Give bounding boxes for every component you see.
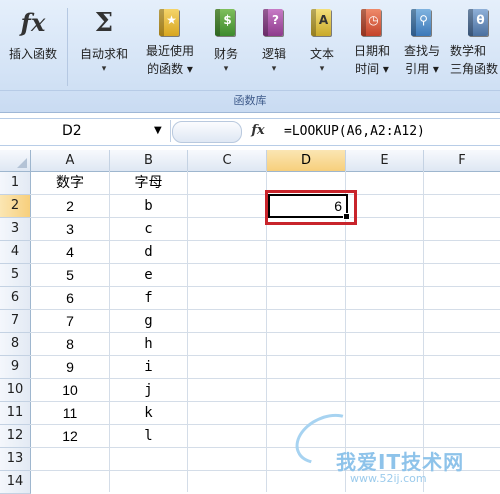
cell-a3[interactable]: 3 xyxy=(31,218,109,240)
column-header-d[interactable]: D xyxy=(267,150,346,171)
row-header-8[interactable]: 8 xyxy=(0,333,31,356)
sigma-icon: Σ xyxy=(94,8,114,38)
cell-a11[interactable]: 11 xyxy=(31,402,109,424)
text-label: 文本 xyxy=(309,47,334,61)
dropdown-arrow-icon: ▾ xyxy=(271,64,277,74)
date-time-label-1: 日期和 xyxy=(353,44,390,58)
cell-a1[interactable]: 数字 xyxy=(31,172,109,194)
formula-input[interactable]: =LOOKUP(A6,A2:A12) xyxy=(284,119,425,145)
column-header-row: A B C D E F xyxy=(0,150,500,172)
cell-a12[interactable]: 12 xyxy=(31,425,109,447)
recent-functions-book-icon: ★ xyxy=(155,8,185,38)
cell-b10[interactable]: j xyxy=(110,379,187,401)
lookup-reference-button[interactable]: ⚲ 查找与 引用 ▾ xyxy=(398,4,446,88)
cell-a9[interactable]: 9 xyxy=(31,356,109,378)
text-button[interactable]: A 文本 ▾ xyxy=(302,4,342,88)
cell-a5[interactable]: 5 xyxy=(31,264,109,286)
name-box-dropdown-icon[interactable]: ▼ xyxy=(154,120,162,142)
dropdown-arrow-icon: ▾ xyxy=(319,64,325,74)
row-header-6[interactable]: 6 xyxy=(0,287,31,310)
column-header-b[interactable]: B xyxy=(110,150,188,171)
column-header-e[interactable]: E xyxy=(346,150,424,171)
math-trig-label-2: 三角函数 xyxy=(450,62,499,76)
math-trig-button[interactable]: θ 数学和 三角函数 xyxy=(450,4,500,88)
ribbon: fx 插入函数 Σ 自动求和 ▾ ★ 最近使用 的函数 ▾ $ 财务 ▾ ? 逻… xyxy=(0,0,500,113)
watermark-text: 我爱IT技术网 xyxy=(336,450,465,474)
name-box[interactable]: D2 ▼ xyxy=(0,120,171,142)
recently-used-label-2: 的函数 ▾ xyxy=(147,62,193,76)
math-trig-label-1: 数学和 xyxy=(450,44,487,58)
column-header-a[interactable]: A xyxy=(31,150,110,171)
row-header-2[interactable]: 2 xyxy=(0,195,31,218)
watermark: 我爱IT技术网 www.52ij.com xyxy=(287,404,500,492)
cell-b7[interactable]: g xyxy=(110,310,187,332)
row-header-10[interactable]: 10 xyxy=(0,379,31,402)
cell-a6[interactable]: 6 xyxy=(31,287,109,309)
cell-b3[interactable]: c xyxy=(110,218,187,240)
autosum-button[interactable]: Σ 自动求和 ▾ xyxy=(72,4,136,88)
recently-used-button[interactable]: ★ 最近使用 的函数 ▾ xyxy=(137,4,203,88)
select-all-corner[interactable] xyxy=(0,150,31,171)
cell-b11[interactable]: k xyxy=(110,402,187,424)
column-header-f[interactable]: F xyxy=(424,150,500,171)
cell-b1[interactable]: 字母 xyxy=(110,172,187,194)
theta-book-icon: θ xyxy=(464,8,494,38)
row-header-12[interactable]: 12 xyxy=(0,425,31,448)
magnifier-book-icon: ⚲ xyxy=(407,8,437,38)
row-header-14[interactable]: 14 xyxy=(0,471,31,494)
cell-b5[interactable]: e xyxy=(110,264,187,286)
name-box-value: D2 xyxy=(62,123,82,139)
red-highlight-box xyxy=(265,190,357,225)
formula-bar: D2 ▼ fx =LOOKUP(A6,A2:A12) xyxy=(0,118,500,146)
logical-book-icon: ? xyxy=(259,8,289,38)
watermark-url: www.52ij.com xyxy=(350,472,427,485)
column-header-c[interactable]: C xyxy=(188,150,267,171)
cell-a8[interactable]: 8 xyxy=(31,333,109,355)
cell-b6[interactable]: f xyxy=(110,287,187,309)
insert-function-button[interactable]: fx 插入函数 xyxy=(0,4,66,88)
date-time-button[interactable]: ◷ 日期和 时间 ▾ xyxy=(348,4,396,88)
clock-book-icon: ◷ xyxy=(357,8,387,38)
cell-b2[interactable]: b xyxy=(110,195,187,217)
financial-book-icon: $ xyxy=(211,8,241,38)
row-header-5[interactable]: 5 xyxy=(0,264,31,287)
lookup-label-1: 查找与 xyxy=(403,44,440,58)
date-time-label-2: 时间 ▾ xyxy=(355,62,389,76)
cell-b9[interactable]: i xyxy=(110,356,187,378)
cell-b8[interactable]: h xyxy=(110,333,187,355)
cell-a4[interactable]: 4 xyxy=(31,241,109,263)
logical-label: 逻辑 xyxy=(261,47,286,61)
fx-icon: fx xyxy=(20,8,46,37)
recently-used-label-1: 最近使用 xyxy=(145,44,194,58)
financial-button[interactable]: $ 财务 ▾ xyxy=(206,4,246,88)
row-header-11[interactable]: 11 xyxy=(0,402,31,425)
lookup-label-2: 引用 ▾ xyxy=(405,62,439,76)
function-library-group-label: 函数库 xyxy=(233,94,267,107)
row-header-3[interactable]: 3 xyxy=(0,218,31,241)
row-header-13[interactable]: 13 xyxy=(0,448,31,471)
separator xyxy=(67,8,68,86)
autosum-label: 自动求和 xyxy=(79,47,128,61)
dropdown-arrow-icon: ▾ xyxy=(101,64,107,74)
cell-a2[interactable]: 2 xyxy=(31,195,109,217)
row-header-1[interactable]: 1 xyxy=(0,172,31,195)
logical-button[interactable]: ? 逻辑 ▾ xyxy=(254,4,294,88)
formula-bar-splitter[interactable] xyxy=(172,121,242,143)
row-header-9[interactable]: 9 xyxy=(0,356,31,379)
insert-function-fx-icon[interactable]: fx xyxy=(248,122,268,140)
text-book-icon: A xyxy=(307,8,337,38)
cell-a7[interactable]: 7 xyxy=(31,310,109,332)
cell-b12[interactable]: l xyxy=(110,425,187,447)
financial-label: 财务 xyxy=(213,47,238,61)
cell-a10[interactable]: 10 xyxy=(31,379,109,401)
row-header-7[interactable]: 7 xyxy=(0,310,31,333)
cell-b4[interactable]: d xyxy=(110,241,187,263)
row-header-4[interactable]: 4 xyxy=(0,241,31,264)
group-divider xyxy=(0,90,500,91)
insert-function-label: 插入函数 xyxy=(8,47,57,61)
dropdown-arrow-icon: ▾ xyxy=(223,64,229,74)
